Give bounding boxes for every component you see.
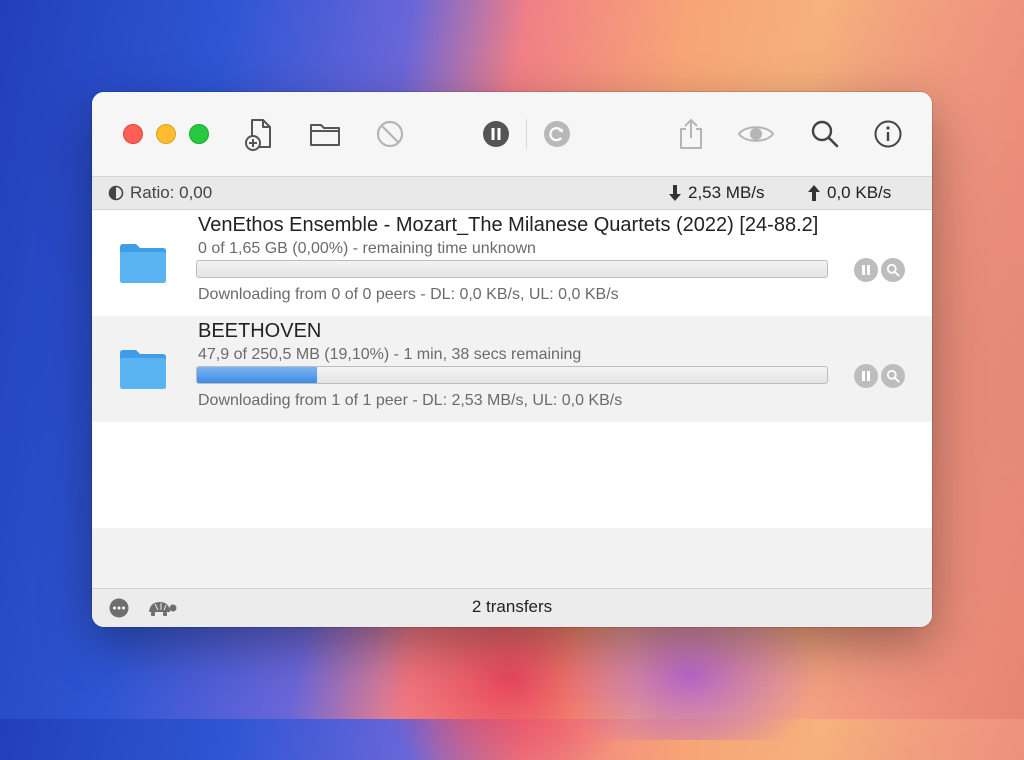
reveal-transfer-button[interactable] [881,258,905,282]
open-folder-button[interactable] [305,114,345,154]
share-icon [680,119,702,149]
open-torrent-button[interactable] [240,114,280,154]
quick-look-button[interactable] [736,114,776,154]
transfer-name: BEETHOVEN [198,320,322,342]
empty-row [92,528,932,588]
pause-transfer-button[interactable] [854,364,878,388]
remove-button[interactable] [370,114,410,154]
empty-row [92,422,932,528]
status-bar: Ratio: 0,00 2,53 MB/s 0,0 KB/s [92,176,932,210]
toolbar [92,92,932,176]
reveal-transfer-button[interactable] [881,364,905,388]
pause-icon [862,265,870,275]
filter-button[interactable] [805,114,845,154]
folder-icon [120,244,166,283]
prohibit-icon [376,120,404,148]
close-window-button[interactable] [123,124,143,144]
pause-icon [862,371,870,381]
transfer-row[interactable]: VenEthos Ensemble - Mozart_The Milanese … [92,210,932,316]
upload-speed-value: 0,0 KB/s [827,183,892,202]
inspector-button[interactable] [868,114,908,154]
folder-icon [120,350,166,389]
ratio-indicator[interactable]: Ratio: 0,00 [108,183,212,203]
progress-bar [196,260,828,278]
pause-all-button[interactable] [476,114,516,154]
zoom-window-button[interactable] [189,124,209,144]
download-speed: 2,53 MB/s [668,183,765,203]
progress-fill [197,367,318,383]
magnifier-icon [886,369,900,383]
progress-bar [196,366,828,384]
toolbar-separator [526,119,527,149]
folder-icon [310,124,340,146]
info-icon [874,120,902,148]
transfer-name: VenEthos Ensemble - Mozart_The Milanese … [198,214,819,236]
transfer-progress-text: 0 of 1,65 GB (0,00%) - remaining time un… [198,240,536,257]
transfer-row[interactable]: BEETHOVEN 47,9 of 250,5 MB (19,10%) - 1 … [92,316,932,422]
transfer-status-text: Downloading from 0 of 0 peers - DL: 0,0 … [198,286,619,303]
magnifier-icon [811,120,839,148]
pause-circle-icon [483,121,509,147]
upload-speed: 0,0 KB/s [807,183,891,203]
resume-all-button[interactable] [537,114,577,154]
minimize-window-button[interactable] [156,124,176,144]
magnifier-icon [886,263,900,277]
footer-bar: 2 transfers [92,588,932,627]
refresh-circle-icon [544,121,570,147]
transfer-status-text: Downloading from 1 of 1 peer - DL: 2,53 … [198,392,623,409]
arrow-up-icon [808,185,820,201]
transmission-window: Ratio: 0,00 2,53 MB/s 0,0 KB/s VenEthos … [92,92,932,627]
ratio-icon [108,185,124,201]
share-button[interactable] [671,114,711,154]
ratio-label: Ratio: 0,00 [130,183,213,202]
download-speed-value: 2,53 MB/s [688,183,765,202]
pause-transfer-button[interactable] [854,258,878,282]
eye-icon [737,126,775,142]
transfer-count: 2 transfers [471,597,553,616]
transfer-progress-text: 47,9 of 250,5 MB (19,10%) - 1 min, 38 se… [198,346,582,363]
arrow-down-icon [669,185,681,201]
document-plus-icon [245,119,271,151]
